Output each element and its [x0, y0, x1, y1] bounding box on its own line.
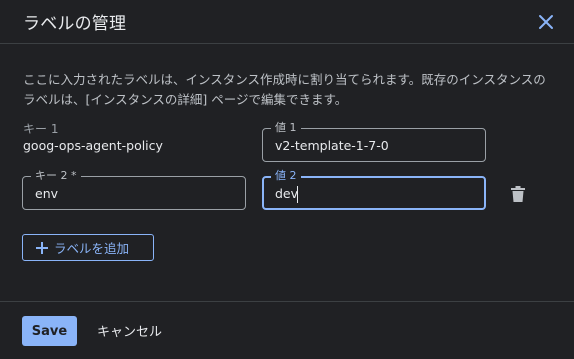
value-1-input[interactable] [275, 136, 473, 154]
plus-icon [36, 241, 48, 254]
save-button[interactable]: Save [22, 316, 77, 346]
trash-icon [511, 186, 525, 202]
cancel-button[interactable]: キャンセル [97, 321, 162, 340]
close-icon [539, 15, 553, 29]
key-2-label: キー 2 * [31, 168, 81, 184]
key-1-label: キー 1 [23, 122, 59, 136]
key-1-value: goog-ops-agent-policy [23, 138, 163, 153]
dialog-description: ここに入力されたラベルは、インスタンス作成時に割り当てられます。既存のインスタン… [23, 72, 546, 107]
value-2-label: 値 2 [271, 168, 301, 184]
dialog-title: ラベルの管理 [23, 14, 127, 34]
add-label-text: ラベルを追加 [54, 241, 130, 256]
value-2-field[interactable]: 値 2 [262, 168, 486, 210]
header-divider [0, 43, 574, 44]
value-1-field[interactable]: 値 1 [262, 120, 486, 162]
value-1-label: 値 1 [271, 120, 301, 136]
delete-label-button[interactable] [508, 184, 528, 204]
close-button[interactable] [534, 10, 558, 34]
manage-labels-dialog: ラベルの管理 ここに入力されたラベルは、インスタンス作成時に割り当てられます。既… [0, 0, 574, 359]
key-2-input[interactable] [35, 184, 233, 202]
key-2-field[interactable]: キー 2 * [22, 168, 246, 210]
footer-divider [0, 301, 574, 302]
add-label-button[interactable]: ラベルを追加 [22, 234, 154, 261]
text-cursor [297, 186, 298, 203]
value-2-input[interactable] [275, 184, 471, 202]
